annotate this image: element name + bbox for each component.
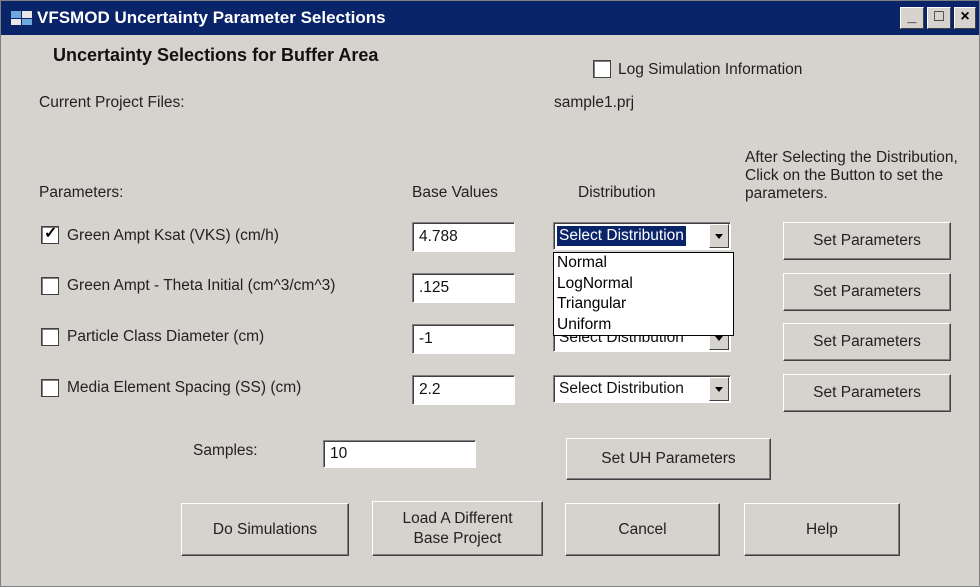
load-base-project-label-line2: Base Project: [413, 529, 502, 547]
chevron-down-icon[interactable]: [709, 224, 729, 248]
set-parameters-button-vks[interactable]: Set Parameters: [783, 222, 951, 260]
instruction-line-2: Click on the Button to set the: [745, 167, 944, 184]
project-file-name: sample1.prj: [554, 94, 635, 111]
distribution-select-spacing[interactable]: Select Distribution: [553, 375, 731, 403]
samples-input[interactable]: 10: [323, 440, 476, 468]
param-label-diameter: Particle Class Diameter (cm): [67, 328, 265, 345]
set-parameters-button-spacing[interactable]: Set Parameters: [783, 374, 951, 412]
dropdown-option-uniform[interactable]: Uniform: [554, 315, 733, 336]
load-base-project-button[interactable]: Load A Different Base Project: [372, 501, 543, 556]
dropdown-option-lognormal[interactable]: LogNormal: [554, 274, 733, 295]
param-checkbox-vks[interactable]: ✓: [41, 225, 59, 244]
param-checkbox-spacing[interactable]: [41, 379, 59, 397]
current-project-label: Current Project Files:: [39, 94, 185, 111]
distribution-header: Distribution: [578, 184, 656, 201]
minimize-button[interactable]: _: [900, 7, 924, 29]
close-button[interactable]: ×: [954, 7, 976, 29]
distribution-value-vks: Select Distribution: [557, 226, 686, 246]
help-button[interactable]: Help: [744, 503, 900, 556]
log-simulation-label: Log Simulation Information: [618, 61, 803, 78]
window-title: VFSMOD Uncertainty Parameter Selections: [37, 8, 386, 27]
log-simulation-checkbox[interactable]: [593, 60, 611, 78]
cancel-button[interactable]: Cancel: [565, 503, 720, 556]
do-simulations-button[interactable]: Do Simulations: [181, 503, 349, 556]
param-label-spacing: Media Element Spacing (SS) (cm): [67, 379, 302, 396]
parameters-header: Parameters:: [39, 184, 124, 201]
dropdown-option-triangular[interactable]: Triangular: [554, 294, 733, 315]
app-icon: [11, 11, 32, 25]
param-checkbox-diameter[interactable]: [41, 328, 59, 346]
checkmark-icon: ✓: [44, 225, 58, 242]
chevron-down-icon[interactable]: [709, 377, 729, 401]
base-value-spacing[interactable]: 2.2: [412, 375, 515, 405]
param-label-vks: Green Ampt Ksat (VKS) (cm/h): [67, 227, 279, 244]
set-parameters-button-theta[interactable]: Set Parameters: [783, 273, 951, 311]
param-label-theta: Green Ampt - Theta Initial (cm^3/cm^3): [67, 277, 336, 294]
base-value-vks[interactable]: 4.788: [412, 222, 515, 252]
base-value-theta[interactable]: .125: [412, 273, 515, 303]
dropdown-option-normal[interactable]: Normal: [554, 253, 733, 274]
title-bar: VFSMOD Uncertainty Parameter Selections …: [1, 1, 979, 35]
distribution-value-spacing: Select Distribution: [559, 380, 684, 397]
samples-label: Samples:: [193, 442, 258, 459]
distribution-select-vks[interactable]: Select Distribution: [553, 222, 731, 250]
instruction-line-3: parameters.: [745, 185, 828, 202]
uncertainty-window: VFSMOD Uncertainty Parameter Selections …: [0, 0, 980, 587]
page-title: Uncertainty Selections for Buffer Area: [53, 45, 379, 65]
param-checkbox-theta[interactable]: [41, 277, 59, 295]
load-base-project-label-line1: Load A Different: [402, 509, 513, 527]
base-value-diameter[interactable]: -1: [412, 324, 515, 354]
instruction-line-1: After Selecting the Distribution,: [745, 149, 958, 166]
distribution-dropdown-list: Normal LogNormal Triangular Uniform: [553, 252, 734, 336]
maximize-button[interactable]: □: [927, 7, 951, 29]
set-uh-parameters-button[interactable]: Set UH Parameters: [566, 438, 771, 480]
base-values-header: Base Values: [412, 184, 498, 201]
set-parameters-button-diameter[interactable]: Set Parameters: [783, 323, 951, 361]
